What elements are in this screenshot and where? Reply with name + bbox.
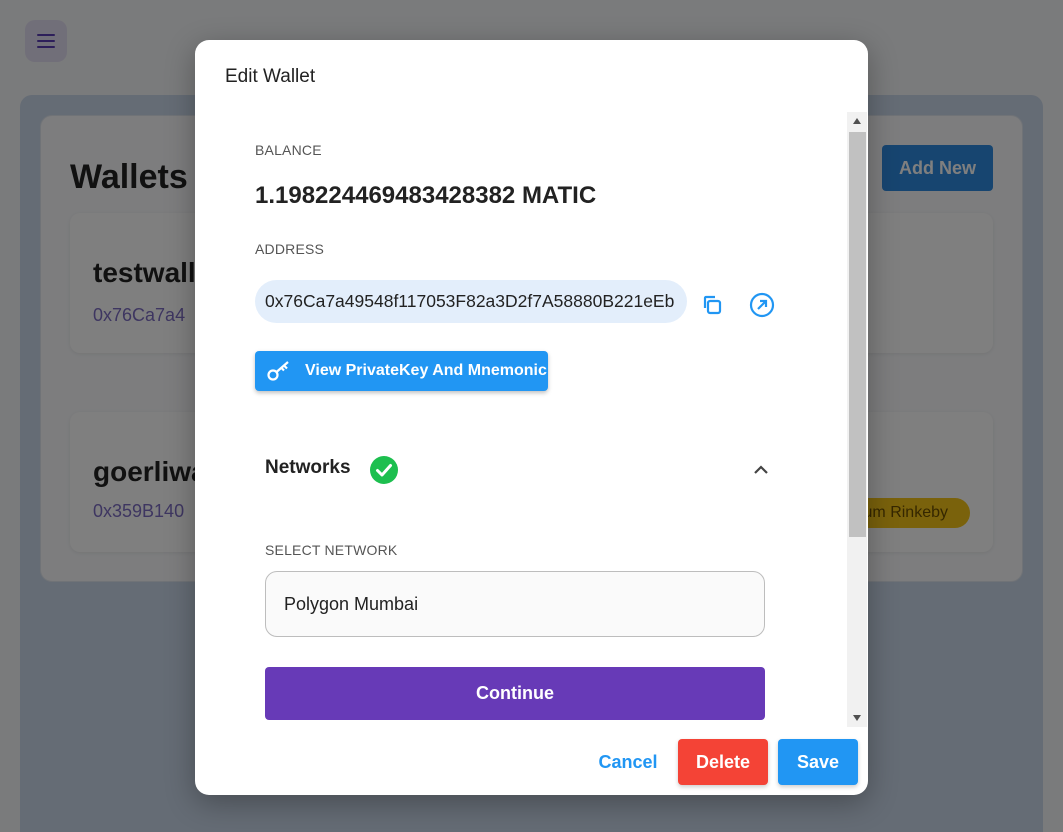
dialog-content: BALANCE 1.198224469483428382 MATIC ADDRE… xyxy=(195,112,868,727)
cancel-button[interactable]: Cancel xyxy=(590,739,666,785)
view-private-key-label: View PrivateKey And Mnemonic xyxy=(305,362,547,379)
balance-label: BALANCE xyxy=(255,142,322,158)
address-label: ADDRESS xyxy=(255,241,325,257)
delete-button[interactable]: Delete xyxy=(678,739,768,785)
open-external-icon[interactable] xyxy=(747,290,777,320)
view-private-key-button[interactable]: View PrivateKey And Mnemonic xyxy=(255,351,548,391)
network-select[interactable]: Polygon Mumbai xyxy=(265,571,765,637)
networks-section-title[interactable]: Networks xyxy=(265,457,351,479)
scroll-up-arrow-icon[interactable] xyxy=(853,118,861,124)
continue-button[interactable]: Continue xyxy=(265,667,765,720)
save-button[interactable]: Save xyxy=(778,739,858,785)
scrollbar-thumb[interactable] xyxy=(849,132,866,537)
chevron-up-icon[interactable] xyxy=(751,460,771,480)
balance-value: 1.198224469483428382 MATIC xyxy=(255,182,597,209)
check-circle-icon xyxy=(370,456,398,484)
dialog-scrollbar[interactable] xyxy=(847,112,867,727)
edit-wallet-dialog: Edit Wallet BALANCE 1.198224469483428382… xyxy=(195,40,868,795)
dialog-title: Edit Wallet xyxy=(225,66,316,87)
address-chip[interactable]: 0x76Ca7a49548f117053F82a3D2f7A58880B221e… xyxy=(255,280,687,323)
scroll-down-arrow-icon[interactable] xyxy=(853,715,861,721)
select-network-label: SELECT NETWORK xyxy=(265,542,398,558)
key-icon xyxy=(267,361,289,381)
copy-icon[interactable] xyxy=(697,290,727,320)
